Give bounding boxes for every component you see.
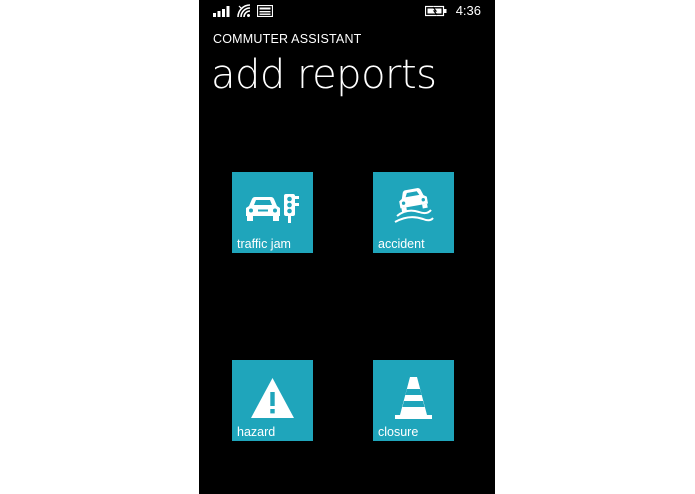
accident-label: accident	[378, 237, 425, 251]
hazard-label: hazard	[237, 425, 276, 439]
status-bar: 4:36	[199, 0, 495, 22]
app-title: COMMUTER ASSISTANT	[213, 32, 362, 46]
signal-icon	[213, 6, 230, 17]
traffic-jam-label: traffic jam	[237, 237, 291, 251]
hazard-icon	[251, 378, 294, 418]
page-title: add reports	[211, 52, 437, 98]
traffic-jam-icon	[246, 194, 299, 223]
closure-icon	[395, 377, 432, 419]
wifi-icon	[237, 4, 251, 18]
message-icon	[257, 5, 273, 17]
accident-tile[interactable]: accident	[373, 172, 454, 253]
accident-icon	[394, 188, 434, 223]
closure-label: closure	[378, 425, 419, 439]
battery-icon	[425, 5, 447, 17]
hazard-tile[interactable]: hazard	[232, 360, 313, 441]
traffic-jam-tile[interactable]: traffic jam	[232, 172, 313, 253]
phone-screen: 4:36 COMMUTER ASSISTANT add reports traf…	[199, 0, 495, 494]
clock: 4:36	[455, 3, 481, 18]
closure-tile[interactable]: closure	[373, 360, 454, 441]
